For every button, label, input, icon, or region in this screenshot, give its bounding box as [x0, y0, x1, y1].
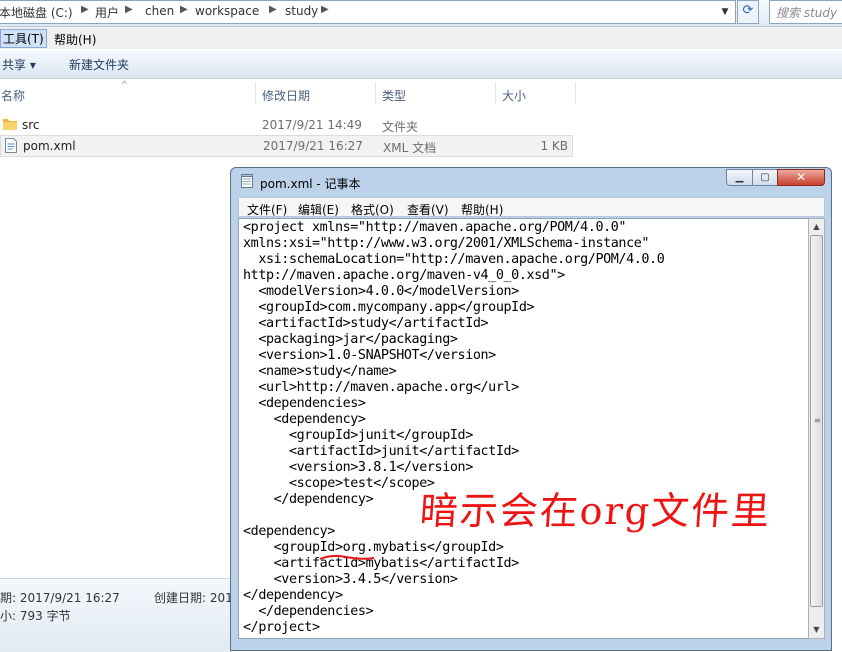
column-name[interactable]: 名称 [1, 87, 25, 104]
folder-icon [3, 119, 17, 130]
scroll-down-icon[interactable]: ▼ [809, 622, 824, 638]
menu-edit[interactable]: 编辑(E) [298, 201, 339, 218]
notepad-window[interactable]: pom.xml - 记事本 ▁ ▢ ✕ 文件(F) 编辑(E) 格式(O) 查看… [230, 167, 832, 651]
column-divider[interactable] [495, 82, 496, 104]
refresh-icon[interactable]: ⟳ [737, 0, 759, 24]
file-content: <project xmlns="http://maven.apache.org/… [243, 220, 665, 635]
file-type: 文件夹 [382, 120, 419, 134]
menu-help[interactable]: 帮助(H) [461, 201, 503, 218]
column-divider[interactable] [375, 82, 376, 104]
sort-arrow-icon: ^ [121, 80, 128, 89]
file-size: 1 KB [540, 139, 568, 153]
grip-icon: ≡ [814, 416, 821, 425]
details-modified: 期: 2017/9/21 16:27 [0, 591, 120, 605]
details-created: 创建日期: 201 [154, 591, 233, 605]
notepad-text-area[interactable]: <project xmlns="http://maven.apache.org/… [238, 218, 815, 639]
breadcrumb-separator-icon[interactable]: ▶ [269, 4, 277, 15]
handwritten-annotation: 暗示会在org文件里 [418, 489, 773, 533]
column-size[interactable]: 大小 [502, 87, 526, 104]
annotation-underline [319, 554, 375, 560]
column-divider[interactable] [255, 82, 256, 104]
file-modified: 2017/9/21 14:49 [262, 118, 362, 132]
notepad-menu-bar: 文件(F) 编辑(E) 格式(O) 查看(V) 帮助(H) [238, 197, 825, 217]
command-bar: 共享 ▾ 新建文件夹 [0, 50, 842, 79]
address-bar-strip: 本地磁盘 (C:) ▶ 用户 ▶ chen ▶ workspace ▶ stud… [0, 0, 842, 27]
menu-format[interactable]: 格式(O) [351, 201, 394, 218]
file-name: pom.xml [23, 139, 76, 153]
breadcrumb-study[interactable]: study [285, 4, 318, 18]
maximize-button[interactable]: ▢ [752, 169, 778, 186]
new-folder-button[interactable]: 新建文件夹 [69, 56, 129, 73]
xml-file-icon [5, 138, 17, 153]
column-modified[interactable]: 修改日期 [262, 87, 310, 104]
file-modified: 2017/9/21 16:27 [263, 139, 363, 153]
menu-help[interactable]: 帮助(H) [54, 31, 96, 48]
breadcrumb-workspace[interactable]: workspace [195, 4, 259, 18]
breadcrumb-separator-icon[interactable]: ▶ [180, 4, 188, 15]
close-button[interactable]: ✕ [777, 169, 825, 186]
details-pane: 期: 2017/9/21 16:27 创建日期: 201 小: 793 字节 [0, 578, 233, 652]
search-input[interactable]: 搜索 study [769, 0, 842, 24]
breadcrumb-separator-icon[interactable]: ▶ [81, 4, 89, 15]
window-title: pom.xml - 记事本 [260, 177, 361, 191]
breadcrumb-separator-icon[interactable]: ▶ [321, 4, 329, 15]
column-divider[interactable] [575, 82, 576, 104]
share-button[interactable]: 共享 ▾ [2, 56, 36, 73]
breadcrumb-users[interactable]: 用户 [95, 4, 119, 21]
menu-tools[interactable]: 工具(T) [0, 29, 47, 48]
search-placeholder: 搜索 study [776, 6, 838, 20]
details-size: 小: 793 字节 [0, 609, 71, 623]
vertical-scrollbar[interactable]: ▲ ≡ ▼ [808, 218, 825, 639]
menu-bar: 工具(T) 帮助(H) [0, 27, 842, 49]
notepad-icon [241, 174, 253, 188]
status-strip [0, 645, 232, 651]
scroll-up-icon[interactable]: ▲ [809, 219, 824, 235]
breadcrumb-separator-icon[interactable]: ▶ [125, 4, 133, 15]
file-type: XML 文档 [383, 141, 437, 155]
menu-file[interactable]: 文件(F) [247, 201, 287, 218]
column-header: ^ 名称 修改日期 类型 大小 [0, 80, 842, 106]
menu-view[interactable]: 查看(V) [407, 201, 449, 218]
file-row-pom[interactable]: pom.xml 2017/9/21 16:27 XML 文档 1 KB [0, 135, 573, 157]
address-box[interactable]: 本地磁盘 (C:) ▶ 用户 ▶ chen ▶ workspace ▶ stud… [0, 0, 736, 24]
file-row-src[interactable]: src 2017/9/21 14:49 文件夹 [0, 115, 572, 135]
breadcrumb-drive[interactable]: 本地磁盘 (C:) [0, 4, 73, 21]
file-name: src [22, 118, 40, 132]
breadcrumb-chen[interactable]: chen [145, 4, 174, 18]
scrollbar-thumb[interactable]: ≡ [810, 235, 823, 607]
column-type[interactable]: 类型 [382, 87, 406, 104]
minimize-button[interactable]: ▁ [726, 169, 753, 186]
address-dropdown-icon[interactable]: ▼ [717, 2, 733, 22]
